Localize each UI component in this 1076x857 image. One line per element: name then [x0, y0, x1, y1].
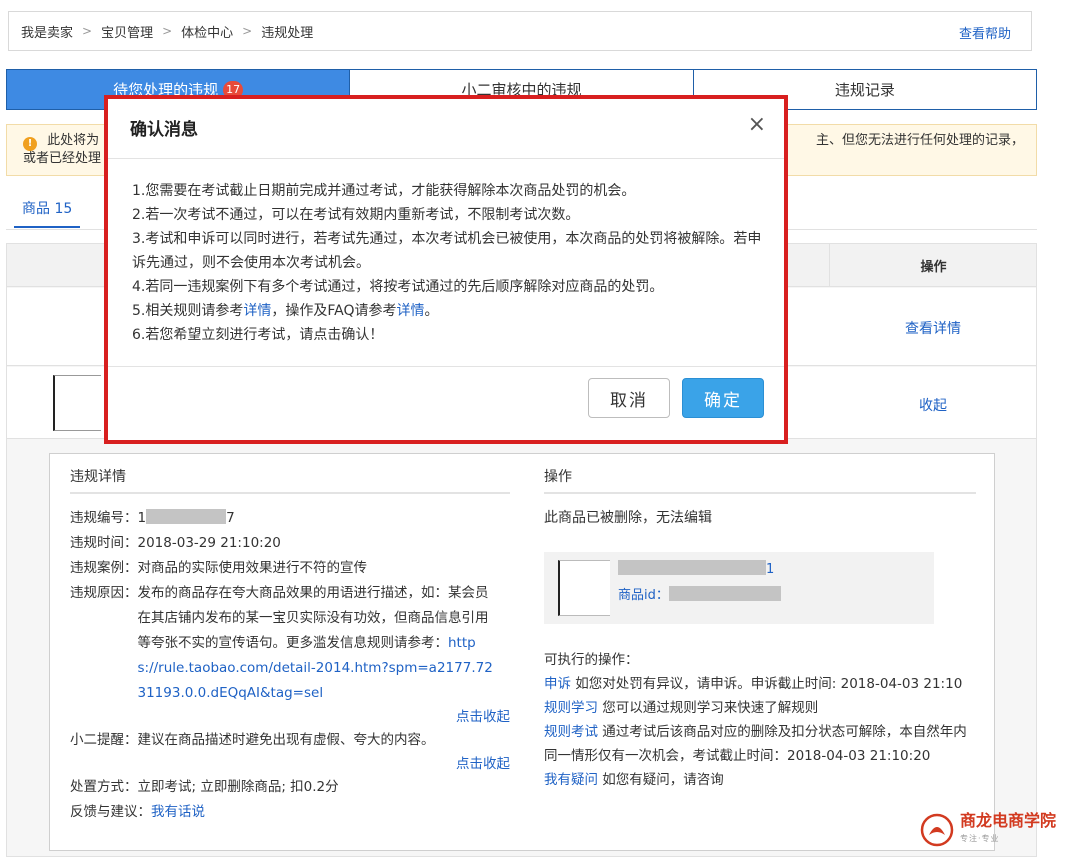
breadcrumb-item-items[interactable]: 宝贝管理 [101, 22, 153, 41]
breadcrumb-item-violations: 违规处理 [261, 25, 314, 41]
deleted-note: 此商品已被删除，无法编辑 [544, 510, 712, 526]
rule-study-desc: 您可以通过规则学习来快速了解规则 [598, 700, 819, 716]
violation-reason-value: 发布的商品存在夸大商品效果的用语进行描述，如：某会员在其店铺内发布的某一宝贝实际… [137, 585, 489, 651]
rules-detail-link[interactable]: 详情 [243, 303, 271, 319]
breadcrumb-separator: > [162, 24, 173, 38]
masked-id [146, 509, 227, 524]
action-rule-exam: 规则考试 通过考试后该商品对应的删除及扣分状态可解除，本自然年内同一情形仅有一次… [544, 720, 976, 768]
watermark-text: 商龙电商学院 专注·专业 [960, 812, 1056, 848]
notice-text-left: 此处将为 [47, 133, 100, 148]
violation-time-label: 违规时间： [70, 535, 138, 551]
appeal-desc: 如您对处罚有异议，请申诉。申诉截止时间: 2018-04-03 21:10 [571, 676, 963, 692]
dialog-line-5-prefix: 5.相关规则请参考 [132, 303, 244, 319]
violation-reason-row: 违规原因： 发布的商品存在夸大商品效果的用语进行描述，如：某会员在其店铺内发布的… [70, 581, 510, 706]
tip-row: 小二提醒： 建议在商品描述时避免出现有虚假、夸大的内容。 [70, 728, 510, 753]
handle-value: 立即考试; 立即删除商品; 扣0.2分 [137, 779, 339, 795]
collapse-link[interactable]: 收起 [873, 395, 993, 415]
dialog-header: 确认消息 × [108, 99, 784, 159]
notice-text-right: 主、但您无法进行任何处理的记录， [815, 133, 1024, 148]
dialog-line-5-mid: ，操作及FAQ请参考 [271, 303, 397, 319]
warning-icon: ! [23, 137, 37, 151]
dialog-line-6: 6.若您希望立刻进行考试，请点击确认！ [132, 327, 384, 343]
handle-row: 处置方式： 立即考试; 立即删除商品; 扣0.2分 [70, 775, 510, 800]
masked-product-name [618, 560, 766, 575]
close-icon[interactable]: × [748, 113, 766, 137]
detail-left-column: 违规详情 违规编号： 17 违规时间： 2018-03-29 21:10:20 … [70, 466, 510, 825]
dialog-line-4: 4.若同一违规案例下有多个考试通过，将按考试通过的先后顺序解除对应商品的处罚。 [132, 279, 664, 295]
collapse-tip-link[interactable]: 点击收起 [70, 753, 510, 775]
watermark-sub: 专注·专业 [960, 834, 1000, 843]
dialog-highlight-frame: 确认消息 × 1.您需要在考试截止日期前完成并通过考试，才能获得解除本次商品处罚… [104, 95, 788, 444]
breadcrumb-item-seller[interactable]: 我是卖家 [21, 22, 73, 41]
action-question: 我有疑问 如您有疑问，请咨询 [544, 768, 976, 792]
rule-exam-desc: 通过考试后该商品对应的删除及扣分状态可解除，本自然年内同一情形仅有一次机会，考试… [544, 724, 967, 764]
tab-records-label: 违规记录 [834, 81, 895, 99]
handle-label: 处置方式： [70, 779, 138, 795]
violation-id-suffix: 7 [226, 510, 235, 526]
question-desc: 如您有疑问，请咨询 [598, 772, 724, 788]
masked-product-id [668, 586, 781, 601]
product-name[interactable]: 1 [618, 560, 774, 577]
rule-study-link[interactable]: 规则学习 [544, 700, 598, 716]
rule-exam-link[interactable]: 规则考试 [544, 724, 598, 740]
view-details-link[interactable]: 查看详情 [873, 318, 993, 338]
violation-case-value: 对商品的实际使用效果进行不符的宣传 [137, 560, 368, 576]
tip-label: 小二提醒： [70, 732, 138, 748]
breadcrumb-separator: > [242, 24, 253, 38]
dialog-title: 确认消息 [130, 120, 198, 140]
breadcrumb-separator: > [82, 24, 93, 38]
violation-id-prefix: 1 [137, 510, 147, 526]
dialog-line-1: 1.您需要在考试截止日期前完成并通过考试，才能获得解除本次商品处罚的机会。 [132, 183, 636, 199]
violation-time-value: 2018-03-29 21:10:20 [137, 535, 281, 551]
product-card: 1 商品id： [544, 552, 934, 624]
action-appeal: 申诉 如您对处罚有异议，请申诉。申诉截止时间: 2018-04-03 21:10 [544, 672, 976, 696]
dialog-line-3: 3.考试和申诉可以同时进行，若考试先通过，本次考试机会已被使用，本次商品的处罚将… [132, 231, 762, 271]
question-link[interactable]: 我有疑问 [544, 772, 598, 788]
cancel-button[interactable]: 取消 [588, 378, 670, 418]
product-name-suffix: 1 [766, 562, 775, 577]
action-rule-study: 规则学习 您可以通过规则学习来快速了解规则 [544, 696, 976, 720]
feedback-link[interactable]: 我有话说 [151, 800, 510, 825]
violation-id-label: 违规编号： [70, 510, 138, 526]
help-link[interactable]: 查看帮助 [959, 23, 1011, 42]
product-thumbnail[interactable] [53, 375, 101, 431]
confirm-button[interactable]: 确定 [682, 378, 764, 418]
operations-section-title: 操作 [544, 466, 976, 494]
tip-value: 建议在商品描述时避免出现有虚假、夸大的内容。 [137, 732, 435, 748]
appeal-link[interactable]: 申诉 [544, 676, 571, 692]
ops-column-header: 操作 [829, 244, 1037, 287]
feedback-row: 反馈与建议： 我有话说 [70, 800, 510, 825]
violation-case-row: 违规案例： 对商品的实际使用效果进行不符的宣传 [70, 556, 510, 581]
detail-section-title: 违规详情 [70, 466, 510, 494]
violation-detail-panel: 违规详情 违规编号： 17 违规时间： 2018-03-29 21:10:20 … [49, 453, 995, 851]
product-image[interactable] [558, 560, 610, 616]
watermark: 商龙电商学院 专注·专业 [920, 810, 1070, 850]
product-id: 商品id： [618, 584, 781, 603]
watermark-name: 商龙电商学院 [960, 811, 1057, 830]
violation-id-row: 违规编号： 1 7 [70, 506, 510, 531]
dialog-body: 1.您需要在考试截止日期前完成并通过考试，才能获得解除本次商品处罚的机会。 2.… [108, 159, 784, 367]
confirm-dialog: 确认消息 × 1.您需要在考试截止日期前完成并通过考试，才能获得解除本次商品处罚… [108, 99, 784, 440]
product-id-label: 商品id： [618, 588, 669, 603]
faq-detail-link[interactable]: 详情 [396, 303, 424, 319]
dialog-line-2: 2.若一次考试不通过，可以在考试有效期内重新考试，不限制考试次数。 [132, 207, 580, 223]
dialog-line-5: 5.相关规则请参考详情，操作及FAQ请参考详情。 [132, 299, 764, 323]
watermark-logo-icon [920, 813, 954, 847]
breadcrumb-item-checkup[interactable]: 体检中心 [181, 22, 233, 41]
collapse-reason-link[interactable]: 点击收起 [70, 706, 510, 728]
violation-time-row: 违规时间： 2018-03-29 21:10:20 [70, 531, 510, 556]
dialog-line-5-suffix: 。 [424, 303, 439, 319]
actions-title: 可执行的操作： [544, 652, 639, 668]
dialog-footer: 取消 确定 [588, 378, 764, 418]
detail-right-column: 操作 此商品已被删除，无法编辑 1 商品id： 可执行的操作： 申诉 如您对处罚… [544, 466, 976, 792]
breadcrumb: 我是卖家 > 宝贝管理 > 体检中心 > 违规处理 查看帮助 [8, 11, 1032, 51]
subtab-items[interactable]: 商品 15 [14, 198, 81, 228]
violation-case-label: 违规案例： [70, 560, 138, 576]
feedback-label: 反馈与建议： [70, 804, 151, 820]
violation-reason-label: 违规原因： [70, 585, 138, 601]
